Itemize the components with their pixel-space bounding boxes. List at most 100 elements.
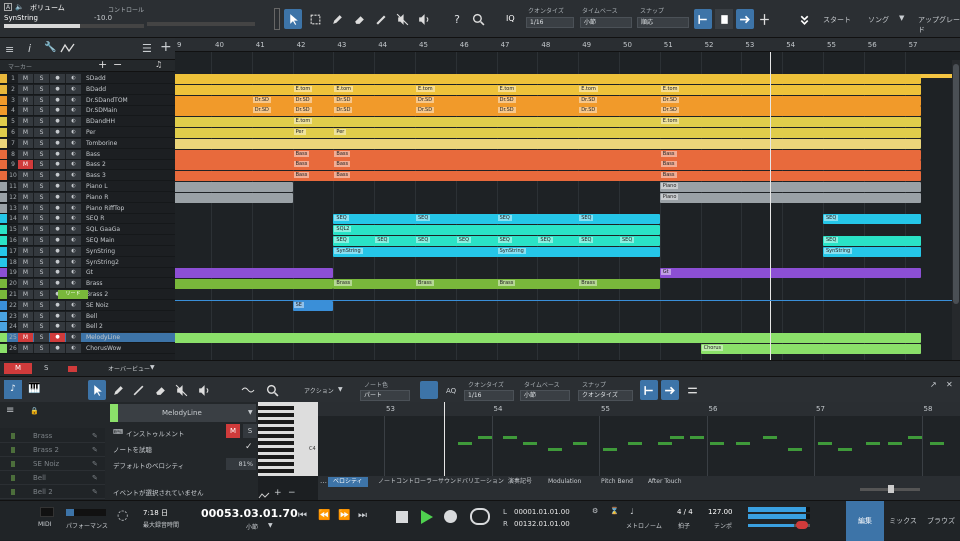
time-signature[interactable]: 4 / 4: [677, 508, 693, 516]
track-record-button[interactable]: ●: [50, 246, 65, 256]
track-record-button[interactable]: ●: [50, 214, 65, 224]
quantize-select[interactable]: 1/16: [526, 17, 574, 28]
volume-slider[interactable]: [4, 24, 144, 28]
pencil-icon[interactable]: ✎: [92, 432, 98, 440]
mix-tab[interactable]: ミックス: [884, 501, 922, 541]
note-event[interactable]: [503, 436, 517, 439]
track-name[interactable]: MelodyLine: [82, 334, 162, 341]
note-event[interactable]: [710, 442, 724, 445]
precount-icon[interactable]: ⚙: [592, 507, 598, 515]
track-monitor-button[interactable]: ◐: [66, 268, 81, 278]
track-mute-button[interactable]: M: [18, 128, 33, 137]
upgrade-button[interactable]: アップグレード: [918, 15, 960, 35]
note-event[interactable]: [573, 442, 587, 445]
track-monitor-button[interactable]: ◐: [66, 214, 81, 224]
editor-playhead[interactable]: [444, 402, 445, 476]
track-solo-button[interactable]: S: [34, 333, 49, 343]
track-name[interactable]: Bell 2: [82, 323, 162, 330]
track-mute-button[interactable]: M: [18, 138, 33, 148]
event-clip[interactable]: [175, 279, 334, 290]
track-monitor-button[interactable]: ◐: [66, 149, 81, 159]
snap-toggle[interactable]: [694, 9, 712, 29]
track-record-button[interactable]: ●: [50, 333, 65, 343]
track-mute-button[interactable]: M: [18, 192, 33, 202]
track-row[interactable]: 23 M S ● ◐ Bell: [0, 311, 175, 322]
timebase-select[interactable]: 小節: [580, 17, 632, 28]
download-button[interactable]: [794, 9, 814, 29]
event-clip[interactable]: Dr.SD Dr.SD Dr.SD Dr.SD Dr.SD Dr.SD Dr.SD: [175, 95, 921, 106]
track-row[interactable]: 8 M S ● ◐ Bass: [0, 149, 175, 160]
event-clip[interactable]: SynString: [823, 246, 921, 257]
track-monitor-button[interactable]: ◐: [66, 225, 81, 235]
track-row[interactable]: 7 M S ● ◐ Tomborine: [0, 138, 175, 149]
track-row[interactable]: 4 M S ● ◐ Dr.SDMain: [0, 106, 175, 117]
editor-track-item[interactable]: SE Noiz ✎: [0, 458, 105, 471]
piano-roll-grid[interactable]: 53 54 55 56 57 58: [318, 402, 960, 476]
follow-toggle[interactable]: [736, 9, 754, 29]
control-slider[interactable]: [147, 22, 255, 26]
menu-icon[interactable]: ≡: [5, 43, 14, 56]
track-monitor-button[interactable]: ◐: [66, 74, 81, 83]
position-format-icon[interactable]: ▼: [268, 522, 273, 529]
track-monitor-button[interactable]: ◐: [66, 279, 81, 289]
track-monitor-button[interactable]: ◐: [66, 333, 81, 343]
event-clip[interactable]: SE: [292, 300, 334, 311]
eraser-tool[interactable]: [350, 9, 368, 29]
note-event[interactable]: [788, 448, 802, 451]
track-record-button[interactable]: ●: [50, 128, 65, 137]
event-clip[interactable]: Gt: [659, 268, 921, 279]
expand-icon[interactable]: ↗: [930, 380, 937, 389]
track-mute-button[interactable]: M: [18, 246, 33, 256]
piano-black-key[interactable]: [258, 427, 294, 431]
track-row[interactable]: 24 M S ● ◐ Bell 2: [0, 322, 175, 333]
editor-pencil-tool[interactable]: [110, 380, 126, 400]
track-name[interactable]: BDadd: [82, 86, 162, 93]
track-solo-button[interactable]: S: [34, 236, 49, 245]
track-solo-button[interactable]: S: [34, 74, 49, 83]
track-name[interactable]: Per: [82, 129, 162, 136]
track-record-button[interactable]: ●: [50, 160, 65, 170]
track-row[interactable]: 20 M S ● ◐ Brass: [0, 279, 175, 290]
editor-zoom-button[interactable]: [264, 380, 280, 400]
arrangement-view[interactable]: E.tom E.tom E.tom E.tom E.tom E.tom Dr.SD Dr.SD…: [175, 52, 960, 360]
track-mute-button[interactable]: M: [18, 279, 33, 289]
track-mute-button[interactable]: M: [18, 106, 33, 116]
track-row[interactable]: 12 M S ● ◐ Piano R: [0, 192, 175, 203]
editor-mute-button[interactable]: M: [226, 424, 240, 438]
track-row[interactable]: 17 M S ● ◐ SynString: [0, 246, 175, 257]
track-solo-button[interactable]: S: [34, 257, 49, 267]
note-color-select[interactable]: パート: [360, 390, 410, 401]
track-name[interactable]: Brass: [82, 280, 162, 287]
track-solo-button[interactable]: S: [34, 322, 49, 332]
lock-icon[interactable]: 🔒: [30, 407, 39, 415]
event-clip[interactable]: SEQ SEQ SEQ SEQ: [333, 214, 660, 225]
controller-lane-tab[interactable]: Pitch Bend: [596, 477, 638, 487]
event-clip[interactable]: SynString SynString: [333, 246, 660, 257]
pencil-icon[interactable]: ✎: [92, 474, 98, 482]
controller-lane-tab[interactable]: After Touch: [643, 477, 687, 487]
overview-dropdown-icon[interactable]: ▼: [150, 364, 155, 371]
editor-track-item[interactable]: Brass ✎: [0, 430, 105, 443]
track-row[interactable]: 6 M S ● ◐ Per: [0, 128, 175, 138]
automation-icon[interactable]: [60, 43, 76, 53]
close-icon[interactable]: ✕: [946, 380, 953, 389]
track-solo-button[interactable]: S: [34, 268, 49, 278]
event-clip[interactable]: [175, 182, 293, 192]
track-name[interactable]: Dr.SDMain: [82, 107, 162, 114]
timestretch-toggle[interactable]: [757, 9, 771, 29]
loop-button[interactable]: [470, 508, 490, 525]
track-record-button[interactable]: ●: [50, 149, 65, 159]
track-monitor-button[interactable]: ◐: [66, 160, 81, 170]
track-record-button[interactable]: ●: [50, 182, 65, 191]
track-monitor-button[interactable]: ◐: [66, 182, 81, 191]
pencil-icon[interactable]: ✎: [92, 446, 98, 454]
track-monitor-button[interactable]: ◐: [66, 171, 81, 181]
global-solo-button[interactable]: S: [44, 364, 48, 372]
note-event[interactable]: [670, 436, 684, 439]
editor-ruler[interactable]: [318, 402, 960, 416]
track-record-button[interactable]: ●: [50, 192, 65, 202]
event-clip[interactable]: SQL2: [333, 225, 660, 236]
playhead[interactable]: [769, 52, 771, 360]
track-record-button[interactable]: ●: [50, 257, 65, 267]
editor-solo-button[interactable]: S: [243, 424, 257, 438]
